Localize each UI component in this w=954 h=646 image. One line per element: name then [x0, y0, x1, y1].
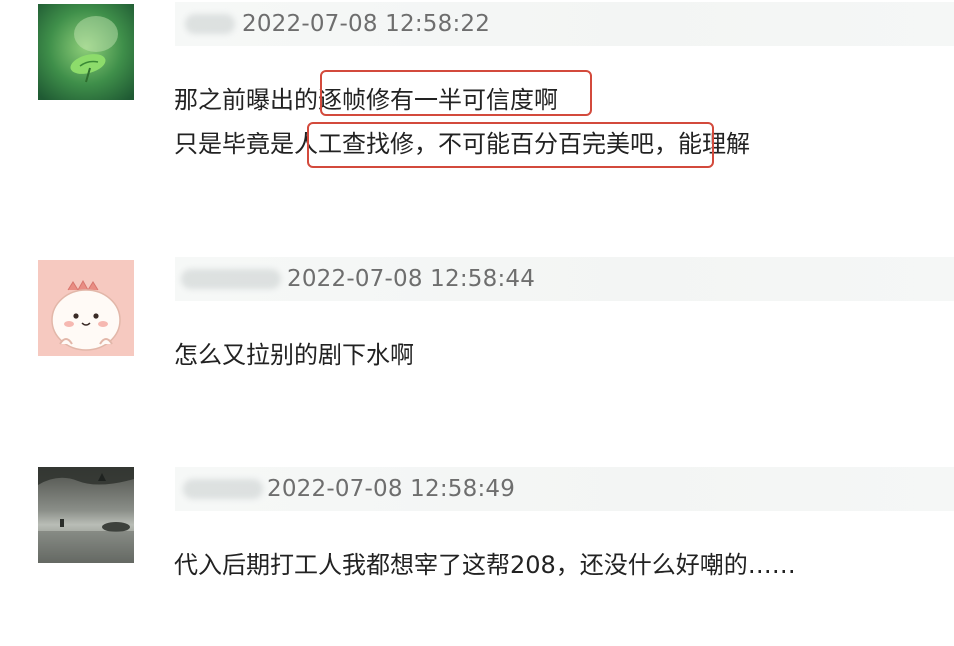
comment-text: 怎么又拉别的剧下水啊 — [174, 333, 414, 377]
user-avatar[interactable] — [38, 260, 134, 356]
comment-line: 那之前曝出的逐帧修有一半可信度啊 — [174, 86, 558, 114]
user-avatar[interactable] — [38, 467, 134, 563]
comment-item: 2022-07-08 12:58:44 怎么又拉别的剧下水啊 — [0, 235, 954, 445]
comment-timestamp: 2022-07-08 12:58:49 — [267, 476, 516, 502]
comment-timestamp: 2022-07-08 12:58:44 — [287, 266, 536, 292]
cartoon-dinosaur-avatar-icon — [38, 260, 134, 356]
comment-meta-bar: 2022-07-08 12:58:44 — [175, 257, 954, 301]
misty-landscape-avatar-icon — [38, 467, 134, 563]
comment-item: 2022-07-08 12:58:22 那之前曝出的逐帧修有一半可信度啊 只是毕… — [0, 0, 954, 235]
user-avatar[interactable] — [38, 4, 134, 100]
comment-line: 怎么又拉别的剧下水啊 — [174, 341, 414, 369]
green-leaf-avatar-icon — [38, 4, 134, 100]
comment-meta-bar: 2022-07-08 12:58:22 — [175, 2, 954, 46]
comment-meta-bar: 2022-07-08 12:58:49 — [175, 467, 954, 511]
comment-text: 那之前曝出的逐帧修有一半可信度啊 只是毕竟是人工查找修，不可能百分百完美吧，能理… — [174, 78, 750, 166]
comment-line: 代入后期打工人我都想宰了这帮208，还没什么好嘲的…… — [174, 551, 796, 579]
username[interactable] — [181, 269, 281, 289]
comment-line: 只是毕竟是人工查找修，不可能百分百完美吧，能理解 — [174, 130, 750, 158]
comment-item: 2022-07-08 12:58:49 代入后期打工人我都想宰了这帮208，还没… — [0, 445, 954, 646]
username[interactable] — [183, 479, 263, 499]
username[interactable] — [185, 14, 235, 34]
comment-timestamp: 2022-07-08 12:58:22 — [242, 11, 491, 37]
comment-text: 代入后期打工人我都想宰了这帮208，还没什么好嘲的…… — [174, 543, 796, 587]
